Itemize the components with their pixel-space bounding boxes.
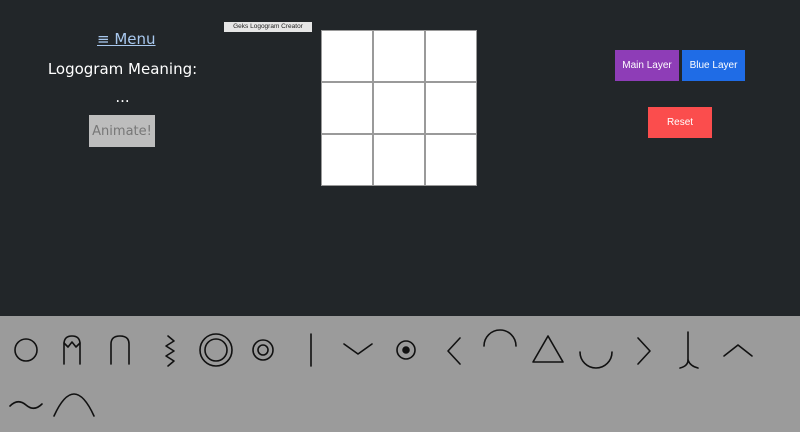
circle-glyph[interactable]: [14, 338, 38, 362]
chevron-left-glyph[interactable]: [447, 337, 461, 365]
menu-link[interactable]: ≡ Menu: [97, 30, 156, 48]
app-title-badge: Geks Logogram Creator: [224, 22, 312, 32]
logogram-meaning-value: ...: [115, 88, 130, 106]
tilde-glyph[interactable]: [9, 400, 43, 410]
triangle-glyph[interactable]: [532, 335, 564, 363]
ring-glyph[interactable]: [252, 339, 274, 361]
logogram-grid: [321, 30, 477, 186]
chevron-down-glyph[interactable]: [343, 343, 373, 355]
hook-glyph[interactable]: [679, 331, 699, 369]
semicircle-top-glyph[interactable]: [483, 329, 517, 347]
main-layer-button[interactable]: Main Layer: [615, 50, 679, 81]
grid-cell[interactable]: [322, 83, 372, 133]
animate-button[interactable]: Animate!: [89, 115, 155, 147]
caret-up-glyph[interactable]: [723, 344, 753, 357]
grid-cell[interactable]: [374, 31, 424, 81]
chevron-right-glyph[interactable]: [637, 337, 651, 365]
grid-cell[interactable]: [426, 83, 476, 133]
hill-glyph[interactable]: [53, 393, 95, 417]
grid-cell[interactable]: [322, 135, 372, 185]
grid-cell[interactable]: [374, 83, 424, 133]
blue-layer-button[interactable]: Blue Layer: [682, 50, 745, 81]
zigzag-glyph[interactable]: [165, 335, 175, 367]
double-circle-glyph[interactable]: [199, 333, 233, 367]
dot-circle-glyph[interactable]: [396, 340, 416, 360]
logogram-meaning-label: Logogram Meaning:: [47, 60, 198, 78]
grid-cell[interactable]: [374, 135, 424, 185]
semicircle-bottom-glyph[interactable]: [579, 351, 613, 369]
grid-cell[interactable]: [426, 31, 476, 81]
arch-glyph[interactable]: [110, 335, 130, 365]
reset-button[interactable]: Reset: [648, 107, 712, 138]
glyph-palette: [0, 316, 800, 432]
arch-crown-glyph[interactable]: [63, 335, 81, 365]
grid-cell[interactable]: [426, 135, 476, 185]
grid-cell[interactable]: [322, 31, 372, 81]
